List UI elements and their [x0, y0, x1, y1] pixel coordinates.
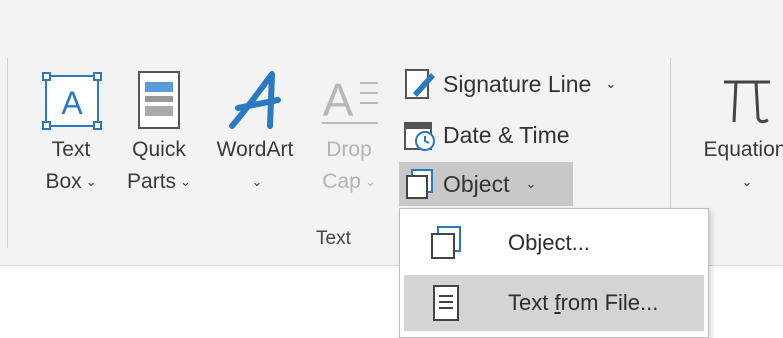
- object-dropdown-menu: Object... Text from File...: [399, 208, 709, 338]
- object-icon: [406, 169, 433, 199]
- wordart-button[interactable]: WordArt ⌄: [202, 70, 308, 198]
- date-time-label: Date & Time: [443, 121, 570, 148]
- menu-item-object[interactable]: Object...: [404, 215, 704, 271]
- text-box-icon: A: [42, 72, 102, 130]
- group-label-text: Text: [316, 228, 351, 249]
- menu-item-text-from-file-label: Text from File...: [508, 290, 659, 315]
- signature-line-icon: [405, 69, 435, 99]
- calendar-clock-icon: [404, 122, 435, 151]
- chevron-down-icon: ⌄: [605, 76, 617, 91]
- chevron-down-icon: ⌄: [741, 174, 753, 190]
- document-icon: [433, 285, 459, 321]
- drop-cap-label-1: Drop: [326, 138, 372, 161]
- text-box-button[interactable]: A Text Box ⌄: [26, 70, 116, 198]
- object-icon: [431, 226, 461, 259]
- chevron-down-icon: ⌄: [85, 174, 97, 190]
- date-time-button[interactable]: Date & Time: [403, 113, 603, 157]
- chevron-down-icon: ⌄: [180, 174, 191, 190]
- text-box-label-2: Box: [45, 170, 82, 193]
- chevron-down-icon: ⌄: [525, 176, 537, 191]
- text-box-label-1: Text: [51, 138, 91, 161]
- word-insert-ribbon-screenshot: A Text Box ⌄ Quick Parts ⌄ WordArt ⌄ A D…: [0, 0, 783, 338]
- wordart-label: WordArt: [216, 138, 294, 161]
- quick-parts-button[interactable]: Quick Parts ⌄: [116, 70, 202, 198]
- drop-cap-button[interactable]: A Drop Cap ⌄: [314, 70, 384, 198]
- signature-line-label: Signature Line: [443, 70, 592, 97]
- equation-label: Equation: [703, 138, 783, 161]
- signature-line-button[interactable]: Signature Line ⌄: [403, 62, 643, 106]
- equation-button[interactable]: Equation ⌄: [690, 70, 783, 198]
- chevron-down-icon: ⌄: [251, 174, 263, 190]
- ribbon-separator: [7, 58, 8, 248]
- chevron-down-icon: ⌄: [364, 174, 376, 190]
- drop-cap-icon: A: [322, 74, 378, 126]
- quick-parts-label-1: Quick: [132, 138, 186, 161]
- pi-icon: [724, 80, 770, 124]
- menu-item-text-from-file[interactable]: Text from File...: [404, 275, 704, 331]
- quick-parts-icon: [138, 71, 180, 129]
- svg-text:A: A: [323, 74, 354, 126]
- svg-text:A: A: [61, 85, 83, 121]
- wordart-icon: [229, 71, 281, 129]
- drop-cap-label-2: Cap: [322, 170, 361, 193]
- quick-parts-label-2: Parts: [127, 170, 177, 193]
- object-label: Object: [443, 170, 510, 197]
- object-split-button[interactable]: Object ⌄: [399, 162, 573, 206]
- menu-item-object-label: Object...: [508, 230, 590, 255]
